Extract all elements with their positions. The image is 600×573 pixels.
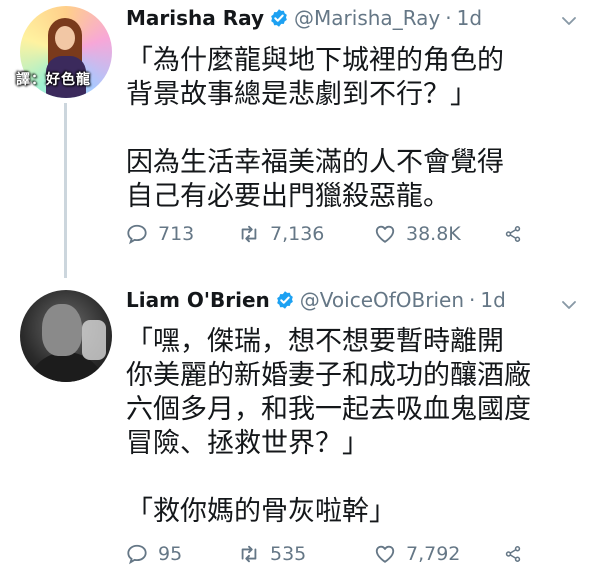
share-icon: [505, 546, 521, 562]
display-name[interactable]: Marisha Ray: [126, 6, 264, 30]
reply-icon: [127, 544, 147, 565]
reply-icon: [127, 224, 147, 245]
verified-badge-icon: [276, 291, 293, 309]
reply-count: 713: [158, 223, 195, 245]
retweet-button[interactable]: 535: [238, 543, 368, 565]
translator-watermark: 譯：好色龍: [16, 72, 91, 88]
avatar-figure-face: [55, 26, 75, 50]
like-button[interactable]: 38.8K: [374, 223, 504, 245]
like-button[interactable]: 7,792: [374, 543, 504, 565]
timestamp[interactable]: 1d: [457, 6, 482, 30]
tweet-paragraph: 因為生活幸福美滿的人不會覺得 自己有必要出門獵殺惡龍。: [126, 146, 576, 214]
tweet-line: 六個多月，和我一起去吸血鬼國度: [126, 394, 531, 425]
tweet-line: 因為生活幸福美滿的人不會覺得: [126, 147, 504, 178]
tweet-text: 「嘿，傑瑞，想不想要暫時離開 你美麗的新婚妻子和成功的釀酒廠 六個多月，和我一起…: [126, 325, 576, 529]
tweet-header: Liam O'Brien @VoiceOfOBrien · 1d: [126, 286, 506, 314]
timestamp[interactable]: 1d: [480, 288, 505, 312]
separator-dot: ·: [469, 288, 476, 312]
tweet-line: 「嘿，傑瑞，想不想要暫時離開: [126, 326, 504, 357]
tweet-line: 冒險、拯救世界？」: [126, 428, 369, 459]
avatar[interactable]: [20, 290, 112, 382]
tweet-line: 「為什麼龍與地下城裡的角色的: [126, 45, 504, 76]
reply-button[interactable]: 95: [126, 543, 216, 565]
tweet-text: 「為什麼龍與地下城裡的角色的 背景故事總是悲劇到不行？」 因為生活幸福美滿的人不…: [126, 44, 576, 214]
chevron-down-icon[interactable]: [560, 296, 578, 314]
verified-badge-icon: [271, 9, 287, 27]
like-count: 7,792: [406, 543, 461, 565]
tweet-marisha: 譯：好色龍 Marisha Ray @Marisha_Ray · 1d 「為什麼…: [0, 0, 600, 278]
tweet-line: 你美麗的新婚妻子和成功的釀酒廠: [126, 360, 531, 391]
retweet-count: 7,136: [270, 223, 325, 245]
share-icon: [505, 226, 521, 242]
tweet-paragraph: 「為什麼龍與地下城裡的角色的 背景故事總是悲劇到不行？」: [126, 44, 576, 112]
tweet-line: 「救你媽的骨灰啦幹」: [126, 496, 396, 527]
share-button[interactable]: [504, 223, 532, 245]
tweet-paragraph: 「嘿，傑瑞，想不想要暫時離開 你美麗的新婚妻子和成功的釀酒廠 六個多月，和我一起…: [126, 325, 576, 461]
tweet-line: 自己有必要出門獵殺惡龍。: [126, 181, 450, 212]
user-handle[interactable]: @VoiceOfOBrien: [300, 288, 464, 312]
tweet-actions: 713 7,136 38.8K: [126, 220, 546, 248]
like-icon: [375, 545, 395, 563]
like-icon: [375, 225, 395, 243]
retweet-icon: [241, 545, 257, 563]
chevron-down-icon[interactable]: [560, 12, 578, 30]
like-count: 38.8K: [406, 223, 461, 245]
reply-button[interactable]: 713: [126, 223, 216, 245]
avatar-face: [42, 304, 82, 356]
tweet-header: Marisha Ray @Marisha_Ray · 1d: [126, 4, 482, 32]
reply-count: 95: [158, 543, 183, 565]
avatar-hand: [82, 320, 106, 360]
tweet-liam: Liam O'Brien @VoiceOfOBrien · 1d 「嘿，傑瑞，想…: [0, 268, 600, 573]
tweet-paragraph: 「救你媽的骨灰啦幹」: [126, 495, 576, 529]
user-handle[interactable]: @Marisha_Ray: [294, 6, 440, 30]
display-name[interactable]: Liam O'Brien: [126, 288, 270, 312]
separator-dot: ·: [445, 6, 452, 30]
share-button[interactable]: [504, 543, 532, 565]
tweet-line: 背景故事總是悲劇到不行？」: [126, 79, 477, 110]
tweet-actions: 95 535 7,792: [126, 540, 546, 568]
thread-line: [64, 103, 67, 278]
retweet-icon: [241, 225, 257, 243]
retweet-button[interactable]: 7,136: [238, 223, 368, 245]
retweet-count: 535: [270, 543, 307, 565]
